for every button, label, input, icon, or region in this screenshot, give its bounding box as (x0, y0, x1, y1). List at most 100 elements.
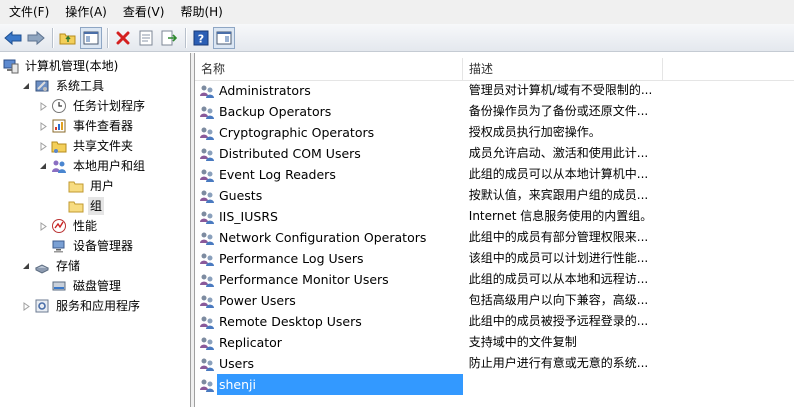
tree-expander[interactable] (20, 80, 32, 92)
list-item[interactable]: Performance Monitor Users 此组的成员可以从本地和远程访.… (195, 269, 665, 290)
menu-bar: 文件(F) 操作(A) 查看(V) 帮助(H) (0, 0, 794, 24)
tree-expander[interactable] (37, 140, 49, 152)
group-description: 该组中的成员可以计划进行性能... (468, 251, 649, 265)
menu-help[interactable]: 帮助(H) (171, 0, 229, 24)
tree-expander[interactable] (37, 160, 49, 172)
back-button[interactable] (2, 27, 24, 49)
tree-item[interactable]: 服务和应用程序 (20, 296, 142, 316)
group-icon (200, 358, 214, 371)
collapsed-triangle-icon (40, 141, 47, 151)
list-item[interactable]: Power Users 包括高级用户以向下兼容，高级... (195, 290, 665, 311)
group-name: Network Configuration Operators (219, 230, 427, 245)
tree-item-icon (34, 298, 50, 314)
properties-button[interactable] (135, 27, 157, 49)
tree-item[interactable]: 组 (54, 196, 105, 216)
action-pane-icon (216, 31, 232, 44)
list-item[interactable]: Guests 按默认值，来宾跟用户组的成员... (195, 185, 665, 206)
list-item[interactable]: Backup Operators 备份操作员为了备份或还原文件... (195, 101, 665, 122)
list-item[interactable]: Network Configuration Operators 此组中的成员有部分… (195, 227, 665, 248)
group-icon (200, 106, 214, 119)
column-header-description[interactable]: 描述 (463, 58, 663, 80)
groups-list[interactable]: 名称 描述 Administrators 管理员对计算机/域有不受限制的... Ba… (194, 53, 794, 407)
tree-item[interactable]: 事件查看器 (37, 116, 135, 136)
list-item[interactable]: Users 防止用户进行有意或无意的系统... (195, 353, 665, 374)
tree-item[interactable]: 磁盘管理 (37, 276, 123, 296)
group-icon (200, 316, 214, 329)
group-icon-cell (199, 272, 215, 288)
forward-button[interactable] (25, 27, 47, 49)
list-item[interactable]: Cryptographic Operators 授权成员执行加密操作。 (195, 122, 665, 143)
list-item[interactable]: Replicator 支持域中的文件复制 (195, 332, 665, 353)
group-description: 成员允许启动、激活和使用此计... (468, 146, 649, 160)
tree-item-label: 服务和应用程序 (56, 299, 141, 313)
group-description: 备份操作员为了备份或还原文件... (468, 104, 649, 118)
menu-action[interactable]: 操作(A) (56, 0, 114, 24)
disk-management-icon (52, 281, 66, 291)
group-icon-cell (199, 167, 215, 183)
navigation-tree[interactable]: 计算机管理(本地) 系统工具 任务计划程序事件查看器共享文件夹 本地用户和组 用户组性能… (0, 53, 191, 407)
menu-view[interactable]: 查看(V) (114, 0, 172, 24)
tree-expander[interactable] (37, 120, 49, 132)
tree-item-icon (51, 118, 67, 134)
list-item[interactable]: Event Log Readers 此组的成员可以从本地计算机中... (195, 164, 665, 185)
device-manager-icon (52, 240, 65, 253)
group-name: Remote Desktop Users (219, 314, 362, 329)
tree-item[interactable]: 本地用户和组 (37, 156, 147, 176)
tree-item-icon (3, 58, 19, 74)
up-one-level-button[interactable] (57, 27, 79, 49)
properties-icon (139, 30, 153, 45)
group-description: 此组的成员可以从本地计算机中... (468, 167, 649, 181)
expanded-triangle-icon (22, 262, 29, 269)
folder-icon (68, 181, 84, 193)
tree-item-label: 计算机管理(本地) (25, 59, 119, 73)
tree-expander[interactable] (20, 260, 32, 272)
list-header: 名称 描述 (195, 58, 794, 81)
group-icon (200, 148, 214, 161)
tree-item-icon (51, 238, 67, 254)
expanded-triangle-icon (39, 162, 46, 169)
tree-item-label: 设备管理器 (73, 239, 134, 253)
collapsed-triangle-icon (40, 121, 47, 131)
tree-item[interactable]: 共享文件夹 (37, 136, 135, 156)
group-icon (200, 379, 214, 392)
tree-item[interactable]: 计算机管理(本地) (3, 56, 120, 76)
column-header-name[interactable]: 名称 (195, 58, 463, 80)
group-name: Cryptographic Operators (219, 125, 375, 140)
group-description: 此组中的成员被授予远程登录的... (468, 314, 649, 328)
computer-management-icon (3, 59, 19, 74)
list-item[interactable]: shenji (195, 374, 665, 395)
list-item[interactable]: Distributed COM Users 成员允许启动、激活和使用此计... (195, 143, 665, 164)
group-icon-cell (199, 83, 215, 99)
group-name: Administrators (219, 83, 311, 98)
tree-item[interactable]: 任务计划程序 (37, 96, 147, 116)
export-list-button[interactable] (158, 27, 180, 49)
tree-item[interactable]: 设备管理器 (37, 236, 135, 256)
list-item[interactable]: IIS_IUSRS Internet 信息服务使用的内置组。 (195, 206, 665, 227)
group-description: 包括高级用户以向下兼容，高级... (468, 293, 649, 307)
group-name: Backup Operators (219, 104, 332, 119)
group-icon-cell (199, 188, 215, 204)
group-name: Event Log Readers (219, 167, 336, 182)
help-button[interactable]: ? (190, 27, 212, 49)
list-item[interactable]: Administrators 管理员对计算机/域有不受限制的... (195, 80, 665, 101)
menu-file[interactable]: 文件(F) (0, 0, 56, 24)
tree-item[interactable]: 性能 (37, 216, 99, 236)
tree-item[interactable]: 存储 (20, 256, 82, 276)
group-name: Guests (219, 188, 263, 203)
group-icon-cell (199, 125, 215, 141)
show-hide-tree-button[interactable] (80, 26, 102, 49)
action-pane-button[interactable] (213, 26, 235, 49)
list-item[interactable]: Remote Desktop Users 此组中的成员被授予远程登录的... (195, 311, 665, 332)
tree-item-label: 事件查看器 (73, 119, 134, 133)
tree-expander[interactable] (20, 300, 32, 312)
list-item[interactable]: Performance Log Users 该组中的成员可以计划进行性能... (195, 248, 665, 269)
tree-expander[interactable] (37, 220, 49, 232)
tree-expander[interactable] (37, 100, 49, 112)
delete-button[interactable] (112, 27, 134, 49)
tree-item[interactable]: 用户 (54, 176, 116, 196)
collapsed-triangle-icon (40, 101, 47, 111)
group-name: Distributed COM Users (219, 146, 361, 161)
tree-item[interactable]: 系统工具 (20, 76, 106, 96)
collapsed-triangle-icon (40, 221, 47, 231)
group-description: 管理员对计算机/域有不受限制的... (468, 83, 653, 97)
